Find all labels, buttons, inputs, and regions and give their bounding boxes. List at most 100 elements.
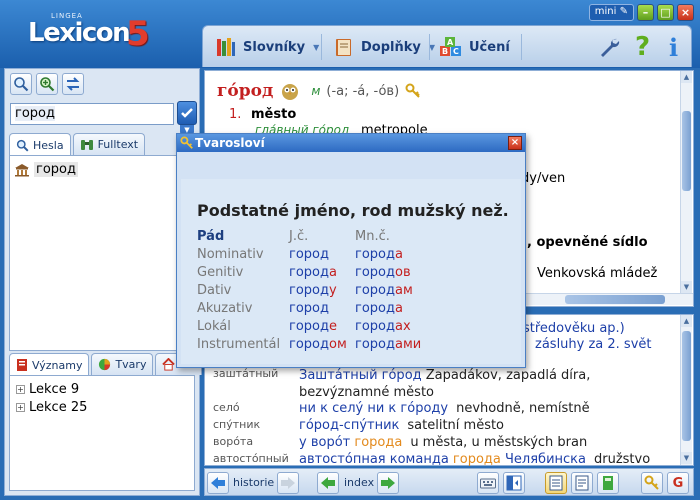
view-mode-2-button[interactable]	[571, 472, 593, 494]
view-mode-1-button[interactable]	[545, 472, 567, 494]
page-list-icon	[575, 475, 589, 491]
phrase-source[interactable]: селó	[213, 401, 291, 416]
phrase-ru[interactable]: Заштáтный го́род	[299, 368, 422, 383]
app-header: LINGEA Lexicon 5 mini ✎ – □ × Slovníky ▼…	[0, 0, 700, 68]
phrase-ru[interactable]: го́род-спу́тник	[299, 418, 399, 433]
mini-mode-button[interactable]: mini ✎	[588, 4, 634, 21]
magnifier-icon	[16, 139, 29, 151]
phrase-translation: satelitní město	[407, 418, 505, 433]
declension-row: Genitiv города городов	[197, 265, 411, 280]
scrollbar-thumb[interactable]	[682, 331, 691, 441]
arrow-right-icon	[381, 477, 395, 489]
key-icon[interactable]	[405, 83, 421, 99]
phrase-source[interactable]: заштáтный	[213, 367, 291, 401]
maximize-button[interactable]: □	[657, 4, 674, 21]
scroll-up-icon[interactable]: ▲	[681, 71, 692, 83]
key-lookup-button[interactable]	[641, 472, 663, 494]
index-forward-button[interactable]	[377, 472, 399, 494]
phrase-highlight: города	[452, 452, 501, 467]
bottom-toolbar: historie index G	[204, 468, 694, 496]
scroll-down-icon[interactable]: ▼	[681, 281, 692, 293]
settings-button[interactable]	[593, 32, 625, 62]
help-button[interactable]: ?	[631, 32, 654, 62]
split-view-button[interactable]	[503, 472, 525, 494]
case-name: Nominativ	[197, 247, 264, 262]
index-back-button[interactable]	[317, 472, 339, 494]
list-item[interactable]: город	[14, 162, 78, 177]
history-forward-button[interactable]	[277, 472, 299, 494]
addons-menu[interactable]: Doplňky ▼	[329, 32, 439, 62]
tab-vyznamy[interactable]: Významy	[9, 353, 90, 376]
grammar-tag: м	[311, 84, 321, 98]
expand-icon[interactable]: +	[16, 403, 25, 412]
tab-fulltext[interactable]: Fulltext	[72, 133, 146, 155]
speaker-owl-icon[interactable]	[279, 81, 301, 101]
scrollbar-thumb[interactable]	[682, 111, 691, 191]
headword: го́род	[217, 81, 274, 101]
keyboard-button[interactable]	[477, 472, 499, 494]
checkmark-icon	[181, 108, 193, 118]
declension-row: Lokál городе городах	[197, 319, 411, 334]
phrase-source[interactable]: ворóта	[213, 435, 291, 450]
building-icon	[15, 163, 29, 176]
info-button[interactable]: i	[665, 32, 682, 62]
tree-item[interactable]: + Lekce 25	[16, 400, 87, 415]
phrase-translation: u města, u městských bran	[410, 435, 588, 450]
tab-tvary[interactable]: Tvary	[91, 353, 154, 375]
phrase-scrollbar[interactable]: ▲ ▼	[680, 315, 692, 465]
pl-ending: а	[394, 247, 403, 262]
zoom-search-button[interactable]	[36, 73, 58, 95]
sense-translation: město	[251, 107, 297, 122]
declension-row: Dativ городу городам	[197, 283, 413, 298]
swap-direction-button[interactable]	[62, 73, 84, 95]
phrase-translation: zásluhy za 2. svět	[535, 337, 652, 352]
entry-fragment: dy/ven	[521, 171, 566, 186]
scroll-up-icon[interactable]: ▲	[681, 315, 692, 327]
toolbar-divider	[429, 34, 430, 60]
grammar-button[interactable]: G	[667, 472, 689, 494]
arrow-right-icon	[281, 477, 295, 489]
case-name: Lokál	[197, 319, 231, 334]
phrase-source[interactable]: автостóпный	[213, 452, 291, 467]
index-label: index	[344, 476, 375, 489]
phrase-ru[interactable]: Челябинска	[501, 452, 586, 467]
popup-heading: Podstatné jméno, rod mužský než.	[197, 201, 509, 220]
tree-item[interactable]: + Lekce 9	[16, 382, 79, 397]
arrow-left-icon	[211, 477, 225, 489]
chevron-down-icon: ▼	[313, 42, 320, 52]
dictionaries-menu[interactable]: Slovníky ▼	[211, 32, 323, 62]
sg-stem: город	[289, 301, 329, 316]
learning-menu[interactable]: A B C Učení	[435, 32, 514, 62]
minimize-button[interactable]: –	[637, 4, 654, 21]
phrase-ru[interactable]: ни к селу́ ни к го́роду	[299, 401, 448, 416]
declension-row: Nominativ город города	[197, 247, 403, 262]
window-controls: mini ✎ – □ ×	[588, 4, 694, 21]
entry-scrollbar[interactable]: ▲ ▼	[680, 71, 692, 293]
phrase-ru[interactable]: автостóпная команда	[299, 452, 453, 467]
case-name: Genitiv	[197, 265, 244, 280]
popup-close-button[interactable]: ×	[508, 136, 522, 150]
close-button[interactable]: ×	[677, 4, 694, 21]
history-label: historie	[233, 476, 275, 489]
sg-stem: город	[289, 247, 329, 262]
phrase-source[interactable]: спу́тник	[213, 418, 291, 433]
notebook-button[interactable]	[597, 472, 619, 494]
popup-title: Tvarosloví	[195, 136, 265, 150]
search-confirm-button[interactable]	[177, 101, 197, 125]
search-button[interactable]	[10, 73, 32, 95]
history-back-button[interactable]	[207, 472, 229, 494]
entry-hscrollbar[interactable]	[525, 293, 693, 305]
scroll-down-icon[interactable]: ▼	[681, 452, 692, 464]
phrase-ru[interactable]: у ворóт	[299, 435, 354, 450]
keyboard-icon	[480, 478, 496, 489]
expand-icon[interactable]: +	[16, 385, 25, 394]
key-icon	[644, 475, 659, 490]
popup-title-bar[interactable]: Tvarosloví	[177, 134, 525, 152]
page-list-icon	[549, 475, 563, 491]
search-input[interactable]: город	[10, 103, 174, 125]
popup-body: Podstatné jméno, rod mužský než. Pád J.č…	[181, 179, 521, 364]
hscrollbar-thumb[interactable]	[565, 295, 665, 304]
tab-hesla[interactable]: Hesla	[9, 133, 71, 156]
pl-ending: а	[394, 301, 403, 316]
toolbar-divider	[321, 34, 322, 60]
